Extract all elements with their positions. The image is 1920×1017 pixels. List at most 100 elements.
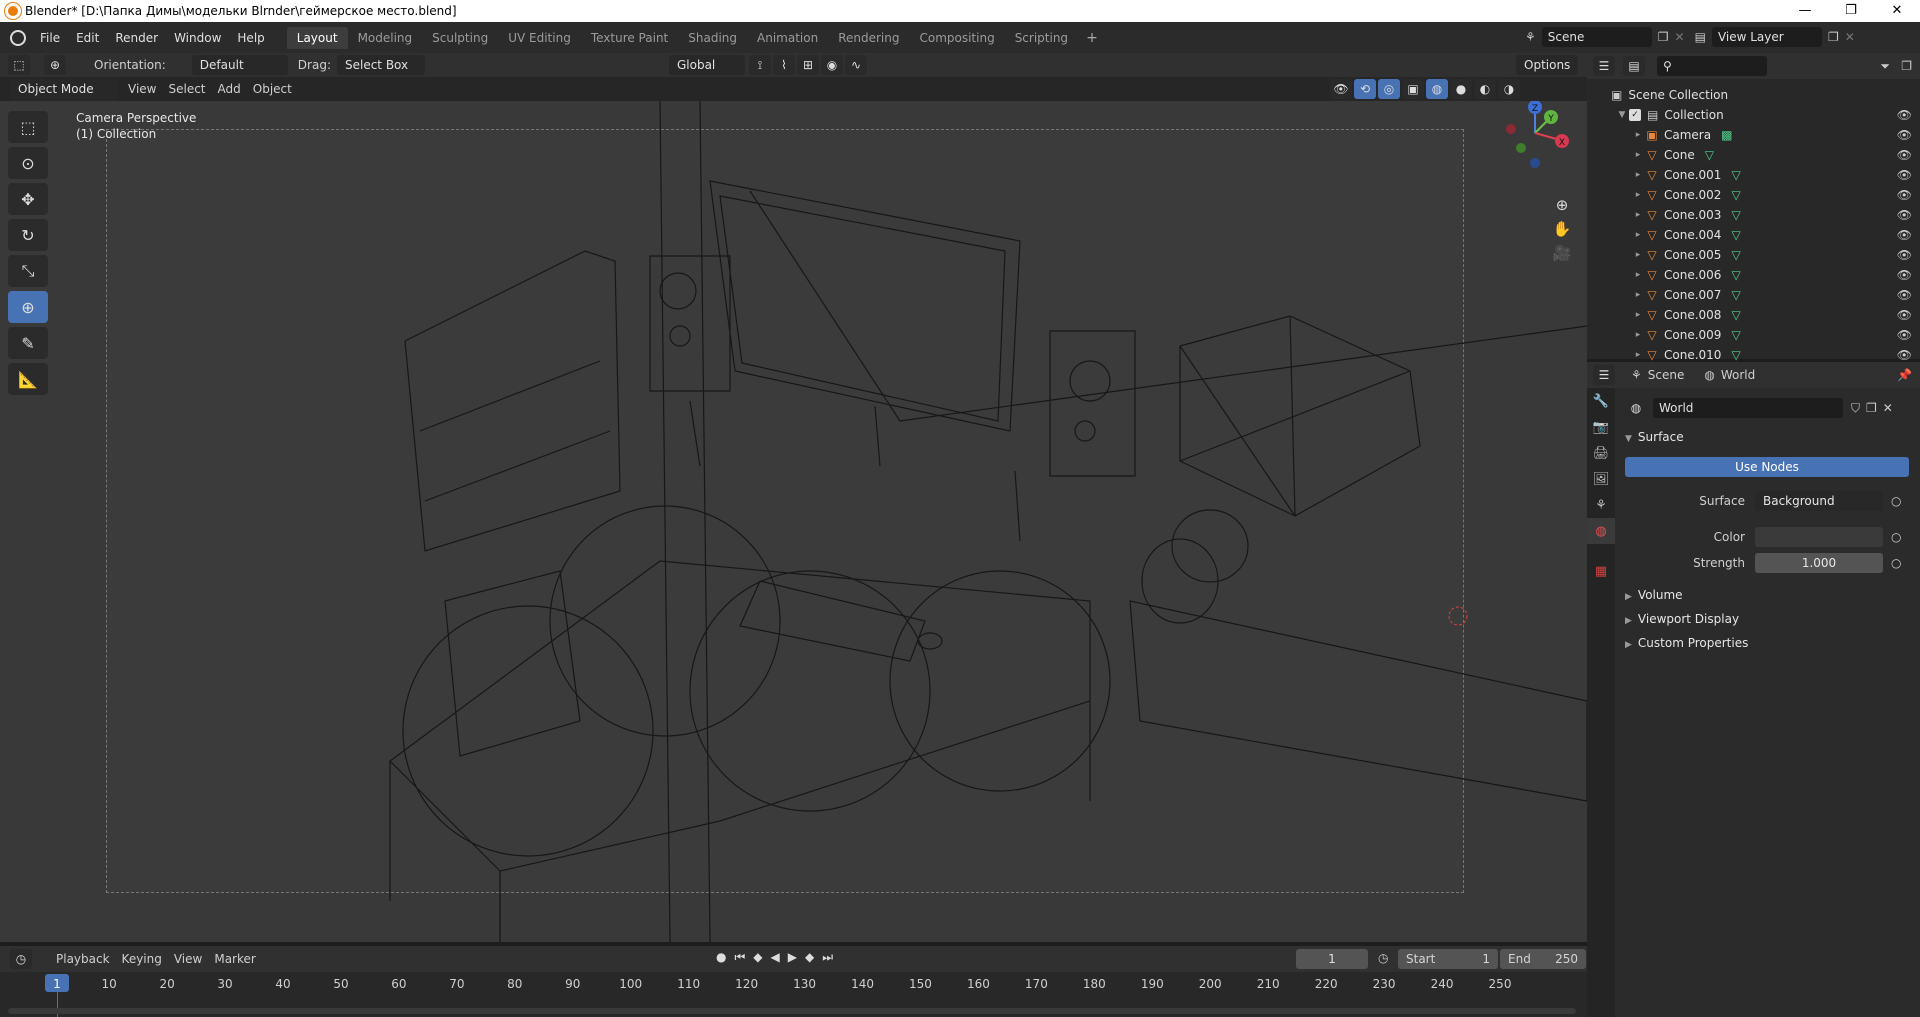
snap-target-icon[interactable]: ⊞ [796,55,819,75]
rendered-shading-icon[interactable]: ◑ [1498,79,1520,99]
current-frame-field[interactable]: 1 [1296,949,1368,969]
outliner-object-row[interactable]: ▸ ▽ Cone.001 ▽ 👁 [1587,165,1920,185]
falloff-icon[interactable]: ∿ [844,55,867,75]
active-tool-icon[interactable]: ⊕ [44,55,66,75]
camera-data-icon[interactable]: ▩ [1721,128,1732,142]
tab-rendering[interactable]: Rendering [828,27,909,49]
mesh-data-icon[interactable]: ▽ [1731,208,1740,222]
collection-visibility-icon[interactable]: 👁 [1897,108,1912,122]
play-icon[interactable]: ▶ [784,950,801,965]
object-expand-icon[interactable]: ▸ [1631,350,1645,360]
outliner-object-row[interactable]: ▸ ▽ Cone.006 ▽ 👁 [1587,265,1920,285]
cursor-tool-icon[interactable]: ⊙ [8,147,48,179]
volume-section-header[interactable]: ▶ Volume [1625,588,1748,612]
jump-end-icon[interactable]: ⏭ [818,950,837,965]
object-expand-icon[interactable]: ▸ [1631,170,1645,180]
mesh-data-icon[interactable]: ▽ [1731,268,1740,282]
visibility-eye-icon[interactable]: 👁 [1897,328,1912,342]
strength-field[interactable]: 1.000 [1755,553,1883,573]
object-expand-icon[interactable]: ▸ [1631,330,1645,340]
scene-tab-icon[interactable]: ⚘ [1631,368,1642,382]
outliner-search-input[interactable]: ⚲ [1657,56,1767,76]
tab-layout[interactable]: Layout [286,26,348,49]
tab-sculpting[interactable]: Sculpting [422,27,498,49]
menu-edit[interactable]: Edit [68,27,107,49]
color-swatch[interactable] [1755,527,1883,547]
scene-selector[interactable]: Scene [1541,27,1652,47]
view-layer-selector[interactable]: View Layer [1711,27,1822,47]
object-expand-icon[interactable]: ▸ [1631,230,1645,240]
mesh-data-icon[interactable]: ▽ [1705,148,1714,162]
view-layer-icon[interactable]: ▤ [1695,30,1706,44]
visibility-eye-icon[interactable]: 👁 [1897,288,1912,302]
object-expand-icon[interactable]: ▸ [1631,150,1645,160]
mesh-data-icon[interactable]: ▽ [1731,188,1740,202]
breadcrumb-world[interactable]: World [1715,368,1761,382]
object-expand-icon[interactable]: ▸ [1631,290,1645,300]
outliner-object-row[interactable]: ▸ ▽ Cone.002 ▽ 👁 [1587,185,1920,205]
add-workspace-button[interactable]: + [1078,30,1106,46]
collection-row[interactable]: ▼ ✓ ▤ Collection 👁 [1587,105,1920,125]
mesh-data-icon[interactable]: ▽ [1731,348,1740,362]
object-expand-icon[interactable]: ▸ [1631,190,1645,200]
new-collection-icon[interactable]: ❐ [1901,59,1912,73]
menu-add[interactable]: Add [212,82,247,96]
scene-collection-row[interactable]: ▣ Scene Collection [1587,85,1920,105]
surface-shader-field[interactable]: Background [1755,491,1883,511]
overlay-toggle-icon[interactable]: ◎ [1378,79,1400,99]
outliner-object-row[interactable]: ▸ ▽ Cone.007 ▽ 👁 [1587,285,1920,305]
blender-logo-icon[interactable] [10,29,26,46]
display-mode-icon[interactable]: ▤ [1623,56,1645,76]
move-tool-icon[interactable]: ✥ [8,183,48,215]
surface-section-header[interactable]: ▼ Surface [1625,430,1684,444]
new-view-layer-icon[interactable]: ❐ [1828,30,1839,44]
scale-tool-icon[interactable]: ⤡ [8,255,48,287]
world-props-tab-icon[interactable]: ◍ [1587,518,1615,544]
annotate-tool-icon[interactable]: ✎ [8,327,48,359]
visibility-eye-icon[interactable]: 👁 [1897,148,1912,162]
visibility-eye-icon[interactable]: 👁 [1897,228,1912,242]
end-frame-field[interactable]: End 250 [1500,949,1586,969]
visibility-eye-icon[interactable]: 👁 [1897,348,1912,362]
visibility-eye-icon[interactable]: 👁 [1897,248,1912,262]
tab-compositing[interactable]: Compositing [909,27,1004,49]
rotate-tool-icon[interactable]: ↻ [8,219,48,251]
transform-tool-icon[interactable]: ⊕ [8,291,48,323]
snap-icon[interactable]: ⌇ [772,55,795,75]
tab-texture-paint[interactable]: Texture Paint [581,27,678,49]
prev-keyframe-icon[interactable]: ◆ [749,950,766,965]
zoom-icon[interactable]: ⊕ [1550,193,1574,217]
scene-icon[interactable]: ⚘ [1525,30,1536,44]
timeline-editor-icon[interactable]: ◷ [10,949,32,969]
minimize-button[interactable]: — [1782,0,1828,22]
drag-dropdown[interactable]: Select Box [336,55,425,75]
transform-orientation-dropdown[interactable]: Global [668,55,745,75]
object-expand-icon[interactable]: ▸ [1631,310,1645,320]
outliner-object-row[interactable]: ▸ ▽ Cone.003 ▽ 👁 [1587,205,1920,225]
visibility-eye-icon[interactable]: 👁 [1897,168,1912,182]
menu-file[interactable]: File [32,27,68,49]
menu-marker[interactable]: Marker [208,952,261,966]
new-world-icon[interactable]: ❐ [1866,401,1877,415]
filter-icon[interactable]: ⏷ [1880,59,1890,74]
outliner-object-row[interactable]: ▸ ▽ Cone.005 ▽ 👁 [1587,245,1920,265]
mesh-data-icon[interactable]: ▽ [1731,308,1740,322]
object-expand-icon[interactable]: ▸ [1631,210,1645,220]
pin-icon[interactable]: 📌 [1897,368,1912,382]
outliner-object-row[interactable]: ▸ ▽ Cone ▽ 👁 [1587,145,1920,165]
tab-animation[interactable]: Animation [747,27,828,49]
tab-scripting[interactable]: Scripting [1005,27,1078,49]
navigation-gizmo[interactable]: Z Y X [1495,101,1575,173]
maximize-button[interactable]: ❐ [1828,0,1874,22]
fake-user-icon[interactable]: ⛉ [1851,401,1860,416]
mesh-data-icon[interactable]: ▽ [1731,228,1740,242]
timeline-ruler[interactable]: 1 10 20 30 40 50 60 70 80 90 100 110 120 130 140 150 160… [0,972,1587,1017]
orientation-dropdown[interactable]: Default [191,55,288,75]
texture-tab-icon[interactable]: ▦ [1587,558,1615,584]
view-layer-tab-icon[interactable]: 🖼 [1587,466,1615,492]
measure-tool-icon[interactable]: 📐 [8,363,48,395]
render-tab-icon[interactable]: 📷 [1587,414,1615,440]
output-tab-icon[interactable]: 🖨 [1587,440,1615,466]
options-dropdown[interactable]: Options [1516,55,1579,75]
custom-properties-section-header[interactable]: ▶ Custom Properties [1625,636,1748,660]
